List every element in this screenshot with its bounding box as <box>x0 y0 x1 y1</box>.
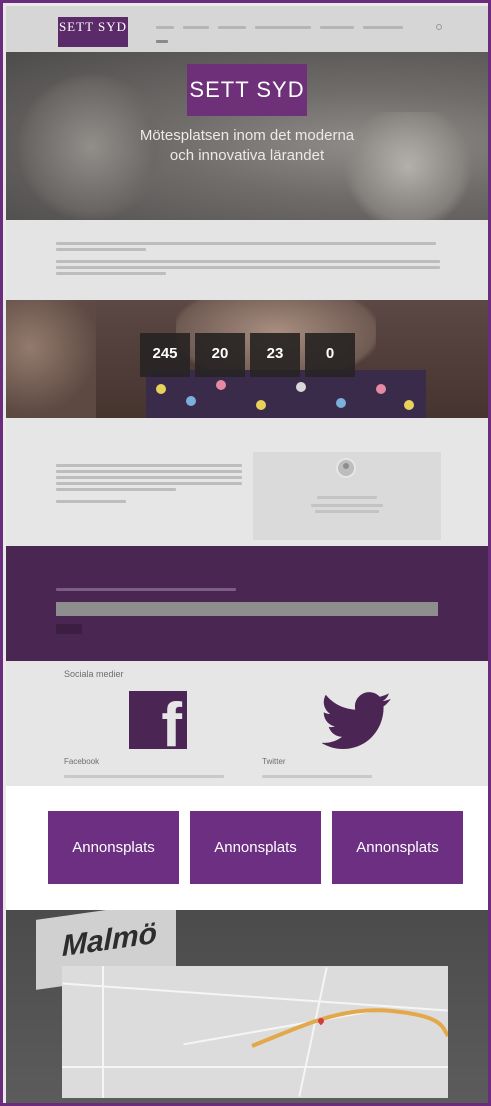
countdown-timer: 245 20 23 0 <box>140 333 355 377</box>
nav-item[interactable] <box>363 26 403 29</box>
flower <box>256 400 266 410</box>
flower <box>156 384 166 394</box>
nav-item[interactable] <box>156 26 174 29</box>
flower <box>216 380 226 390</box>
text-line <box>56 470 242 473</box>
text-line <box>56 260 440 263</box>
countdown-minutes: 23 <box>250 333 300 377</box>
countdown-seconds: 0 <box>305 333 355 377</box>
email-field[interactable] <box>56 602 438 616</box>
flower <box>296 382 306 392</box>
nav-item[interactable] <box>320 26 354 29</box>
ad-slot[interactable]: Annonsplats <box>332 811 463 884</box>
ad-slot[interactable]: Annonsplats <box>48 811 179 884</box>
ads-section: Annonsplats Annonsplats Annonsplats <box>6 786 488 910</box>
info-section <box>6 418 488 546</box>
map-highway <box>251 1008 448 1048</box>
logo-subtitle <box>58 35 128 42</box>
hero-badge-text: SETT SYD <box>189 77 305 102</box>
nav-item[interactable] <box>255 26 311 29</box>
nav-item[interactable] <box>218 26 246 29</box>
facebook-icon[interactable]: f <box>129 691 187 749</box>
flower <box>376 384 386 394</box>
countdown-days: 245 <box>140 333 190 377</box>
newsletter-title <box>56 572 58 581</box>
twitter-label: Twitter <box>262 757 286 766</box>
text-line <box>56 488 176 491</box>
location-map[interactable] <box>62 966 448 1098</box>
countdown-value: 0 <box>325 345 335 362</box>
hero-badge: SETT SYD <box>187 64 307 116</box>
text-line[interactable] <box>56 500 126 503</box>
hero-tagline: Mötesplatsen inom det moderna och innova… <box>139 127 355 164</box>
contact-card <box>253 452 441 540</box>
text-line <box>262 775 372 778</box>
countdown-value: 23 <box>266 345 284 362</box>
flower <box>404 400 414 410</box>
text-line <box>56 588 236 591</box>
text-line <box>64 775 224 778</box>
hero-photo-child <box>6 300 96 418</box>
newsletter-section <box>6 546 488 661</box>
contact-name <box>253 484 441 489</box>
social-title: Sociala medier <box>64 669 124 679</box>
site-header: SETT SYD <box>6 6 488 52</box>
text-line <box>56 248 146 251</box>
text-line <box>311 504 383 507</box>
social-section: Sociala medier f Facebook Twitter <box>6 661 488 786</box>
nav-item-active[interactable] <box>156 40 168 43</box>
text-line <box>56 464 242 467</box>
hero-section: SETT SYD Mötesplatsen inom det moderna o… <box>6 52 488 220</box>
twitter-icon[interactable] <box>322 691 392 751</box>
text-line <box>56 242 436 245</box>
logo-title: SETT SYD <box>58 19 128 34</box>
countdown-section: 245 20 23 0 <box>6 300 488 418</box>
hero-photo-dress <box>146 370 426 418</box>
nav-item[interactable] <box>183 26 209 29</box>
avatar <box>336 458 356 478</box>
text-line <box>56 266 440 269</box>
countdown-value: 245 <box>152 345 178 362</box>
main-nav <box>156 26 446 43</box>
flower <box>336 398 346 408</box>
flower <box>186 396 196 406</box>
page-frame: SETT SYD SETT SYD Mötesplatsen inom det … <box>0 0 491 1106</box>
text-line <box>315 510 379 513</box>
countdown-hours: 20 <box>195 333 245 377</box>
text-line <box>317 496 377 499</box>
hero-date <box>156 192 338 199</box>
intro-section <box>6 220 488 300</box>
countdown-value: 20 <box>211 345 229 362</box>
text-line <box>56 482 242 485</box>
info-title <box>56 446 58 455</box>
facebook-label: Facebook <box>64 757 100 766</box>
map-section: Malmö <box>6 910 488 1103</box>
text-line <box>56 272 166 275</box>
ad-slot[interactable]: Annonsplats <box>190 811 321 884</box>
site-logo[interactable]: SETT SYD <box>58 17 128 47</box>
search-icon[interactable] <box>436 24 442 30</box>
text-line <box>56 476 242 479</box>
subscribe-button[interactable] <box>56 624 82 634</box>
